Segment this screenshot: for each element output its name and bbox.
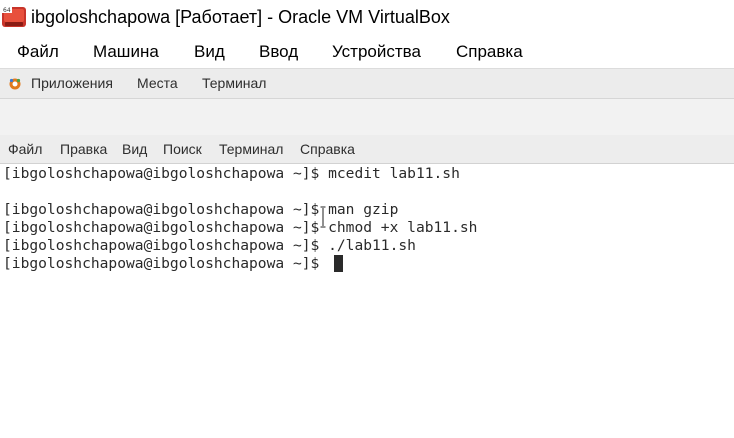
terminal-menu-search[interactable]: Поиск [163, 141, 202, 157]
svg-text:64: 64 [3, 7, 11, 14]
vbox-menu-input[interactable]: Ввод [259, 42, 298, 62]
terminal-menu-terminal[interactable]: Терминал [219, 141, 283, 157]
terminal-line: [ibgoloshchapowa@ibgoloshchapowa ~]$ man… [3, 201, 399, 218]
gnome-places-menu[interactable]: Места [137, 75, 178, 91]
terminal-output[interactable]: [ibgoloshchapowa@ibgoloshchapowa ~]$ mce… [0, 164, 734, 438]
terminal-line: [ibgoloshchapowa@ibgoloshchapowa ~]$ mce… [3, 165, 460, 182]
vbox-menu-devices[interactable]: Устройства [332, 42, 421, 62]
gnome-terminal-menu[interactable]: Терминал [202, 75, 266, 91]
terminal-line: [ibgoloshchapowa@ibgoloshchapowa ~]$ chm… [3, 219, 478, 236]
terminal-menubar: Файл Правка Вид Поиск Терминал Справка [0, 135, 734, 164]
gnome-top-panel: Приложения Места Терминал [0, 68, 734, 99]
vbox-menu-machine[interactable]: Машина [93, 42, 159, 62]
terminal-menu-file[interactable]: Файл [8, 141, 42, 157]
terminal-cursor [334, 255, 343, 272]
window-title: ibgoloshchapowa [Работает] - Oracle VM V… [31, 7, 450, 27]
terminal-menu-edit[interactable]: Правка [60, 141, 107, 157]
terminal-window-header[interactable] [0, 98, 734, 136]
vbox-menu-view[interactable]: Вид [194, 42, 225, 62]
terminal-prompt-line: [ibgoloshchapowa@ibgoloshchapowa ~]$ [3, 255, 329, 272]
window-titlebar[interactable]: 64 ibgoloshchapowa [Работает] - Oracle V… [0, 0, 734, 36]
terminal-line: [ibgoloshchapowa@ibgoloshchapowa ~]$ ./l… [3, 237, 416, 254]
vbox-menu-help[interactable]: Справка [456, 42, 523, 62]
text-ibeam-cursor-icon [320, 206, 326, 228]
gnome-applications-menu[interactable]: Приложения [31, 75, 113, 91]
terminal-menu-view[interactable]: Вид [122, 141, 147, 157]
vbox-menu-file[interactable]: Файл [17, 42, 59, 62]
virtualbox-icon: 64 [2, 5, 26, 27]
applications-icon [9, 78, 21, 90]
virtualbox-menubar: Файл Машина Вид Ввод Устройства Справка [0, 36, 734, 68]
terminal-menu-help[interactable]: Справка [300, 141, 355, 157]
